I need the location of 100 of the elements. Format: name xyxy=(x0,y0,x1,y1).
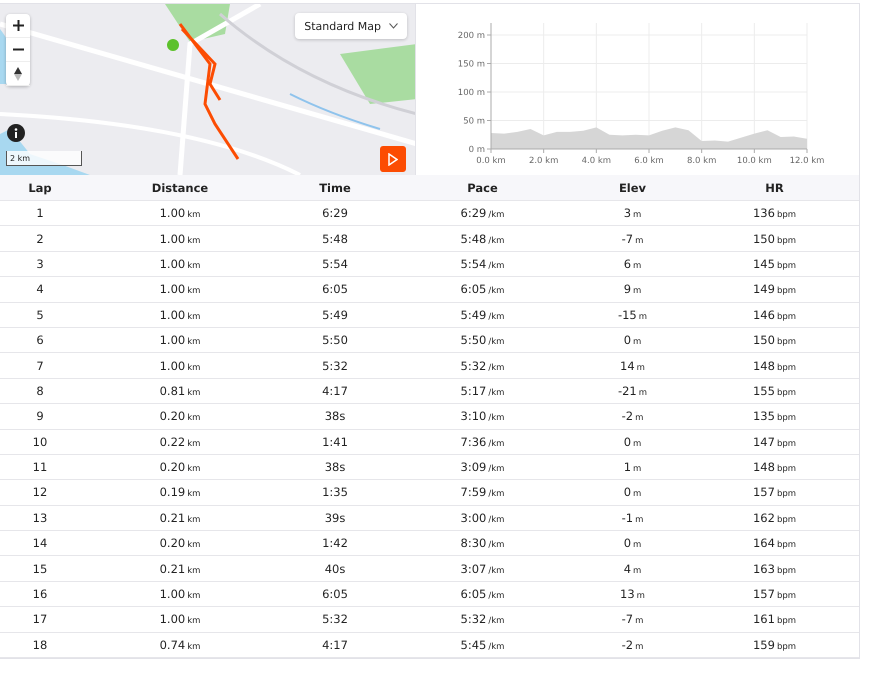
elevation-value: 9 xyxy=(624,282,632,296)
unit-label: /km xyxy=(488,438,504,449)
unit-label: bpm xyxy=(776,337,796,348)
lap-number: 11 xyxy=(32,460,48,474)
chevron-down-icon xyxy=(389,23,398,29)
column-header: Pace xyxy=(466,180,499,194)
heart-rate-value: 135 xyxy=(752,409,775,424)
unit-label: km xyxy=(187,642,200,652)
time-value: 38s xyxy=(324,409,346,424)
heart-rate-value: 147 xyxy=(752,434,775,449)
heart-rate-value: 150 xyxy=(752,333,775,348)
lap-number: 10 xyxy=(32,434,48,449)
column-header: Elev xyxy=(618,180,648,194)
distance-value: 0.22 xyxy=(160,434,186,449)
unit-label: bpm xyxy=(776,514,796,525)
lap-number: 1 xyxy=(36,206,44,220)
elevation-value: -7 xyxy=(622,232,634,246)
distance-value: 0.21 xyxy=(160,562,186,576)
pace-value: 5:32 xyxy=(460,612,486,626)
unit-label: km xyxy=(187,312,200,322)
heart-rate-value: 149 xyxy=(752,282,775,296)
time-value: 40s xyxy=(324,562,346,576)
lap-number: 8 xyxy=(36,384,44,398)
unit-label: km xyxy=(187,286,200,296)
y-tick-label: 150 m xyxy=(458,60,485,70)
unit-label: /km xyxy=(488,260,504,271)
unit-label: km xyxy=(187,236,200,246)
unit-label: m xyxy=(633,566,642,576)
unit-label: m xyxy=(638,388,648,398)
play-button[interactable] xyxy=(380,146,406,172)
time-value: 5:54 xyxy=(322,256,348,271)
elevation-value: -15 xyxy=(618,308,637,322)
unit-label: /km xyxy=(488,236,504,246)
x-tick-label: 0.0 km xyxy=(476,156,506,166)
time-value: 1:41 xyxy=(322,434,348,449)
lap-number: 18 xyxy=(32,638,48,652)
lap-number: 5 xyxy=(36,308,44,322)
distance-value: 0.21 xyxy=(160,510,186,525)
column-header: Lap xyxy=(27,180,53,194)
scale-bar: 2 km xyxy=(6,151,82,166)
time-value: 5:49 xyxy=(322,308,348,322)
elevation-value: 0 xyxy=(624,485,632,500)
lap-number: 9 xyxy=(36,409,44,424)
pace-value: 5:17 xyxy=(460,384,486,398)
unit-label: bpm xyxy=(776,438,796,449)
y-tick-label: 200 m xyxy=(458,31,485,41)
distance-value: 1.00 xyxy=(160,282,186,296)
lap-number: 7 xyxy=(36,358,44,373)
pace-value: 5:54 xyxy=(460,256,486,271)
x-tick-label: 6.0 km xyxy=(634,156,664,166)
unit-label: m xyxy=(633,210,642,220)
elevation-value: -21 xyxy=(618,384,637,398)
unit-label: bpm xyxy=(776,489,796,500)
y-tick-label: 100 m xyxy=(458,88,485,98)
time-value: 1:35 xyxy=(322,485,348,500)
heart-rate-value: 146 xyxy=(752,308,775,322)
time-value: 5:48 xyxy=(322,232,348,246)
unit-label: km xyxy=(187,540,200,550)
distance-value: 0.20 xyxy=(160,536,186,550)
unit-label: /km xyxy=(488,286,504,296)
elevation-value: -7 xyxy=(622,612,634,626)
time-value: 1:42 xyxy=(322,536,348,550)
unit-label: /km xyxy=(488,540,504,550)
heart-rate-value: 163 xyxy=(752,562,775,576)
unit-label: bpm xyxy=(776,591,796,602)
unit-label: /km xyxy=(488,388,504,398)
time-value: 6:05 xyxy=(322,282,348,296)
unit-label: m xyxy=(633,489,642,500)
unit-label: m xyxy=(633,286,642,296)
heart-rate-value: 161 xyxy=(752,612,775,626)
heart-rate-value: 159 xyxy=(752,638,775,652)
elevation-value: 1 xyxy=(624,460,632,474)
pace-value: 8:30 xyxy=(460,536,486,550)
distance-value: 1.00 xyxy=(160,308,186,322)
x-tick-label: 10.0 km xyxy=(736,156,772,166)
distance-value: 1.00 xyxy=(160,206,186,220)
unit-label: km xyxy=(187,210,200,220)
lap-number: 15 xyxy=(32,562,48,576)
column-header: HR xyxy=(764,180,785,194)
heart-rate-value: 164 xyxy=(752,536,775,550)
unit-label: /km xyxy=(488,616,504,626)
unit-label: m xyxy=(636,591,645,602)
pace-value: 7:59 xyxy=(460,485,486,500)
unit-label: km xyxy=(187,438,200,449)
distance-value: 1.00 xyxy=(160,333,186,348)
unit-label: m xyxy=(636,362,645,373)
x-tick-label: 2.0 km xyxy=(528,156,558,166)
pace-value: 5:32 xyxy=(460,358,486,373)
unit-label: km xyxy=(187,388,200,398)
unit-label: bpm xyxy=(776,413,796,424)
unit-label: /km xyxy=(488,413,504,424)
distance-value: 0.20 xyxy=(160,460,186,474)
unit-label: km xyxy=(187,260,200,271)
pace-value: 7:36 xyxy=(460,434,486,449)
unit-label: bpm xyxy=(776,362,796,373)
lap-number: 3 xyxy=(36,256,44,271)
distance-value: 1.00 xyxy=(160,587,186,602)
distance-value: 0.74 xyxy=(160,638,186,652)
map-type-dropdown[interactable]: Standard Map xyxy=(295,13,407,39)
unit-label: /km xyxy=(488,312,504,322)
